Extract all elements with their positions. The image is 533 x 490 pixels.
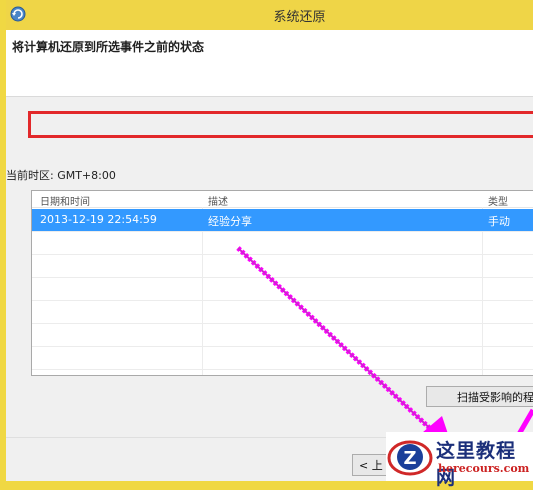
watermark-url: herecours.com [438,462,530,475]
svg-text:Z: Z [403,448,416,469]
annotation-arrow-icon [236,246,533,452]
site-watermark: Z 这里教程网 herecours.com [386,432,533,489]
system-restore-window: 系统还原 将计算机还原到所选事件之前的状态 当前时区: GMT+8:00 日期和… [6,0,533,481]
watermark-logo-icon: Z [387,440,433,476]
